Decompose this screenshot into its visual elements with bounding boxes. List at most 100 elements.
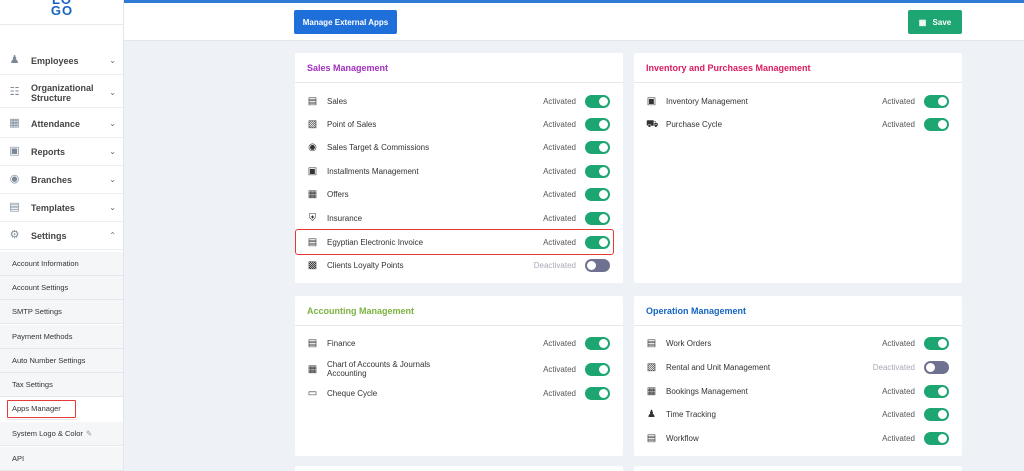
app-toggle[interactable]	[924, 360, 949, 374]
chevron-down-icon: ⌄	[109, 56, 116, 65]
app-row-workflow: ▤ Workflow Activated	[646, 429, 950, 447]
sidebar-item-attendance[interactable]: ▦ Attendance ⌄	[0, 110, 123, 138]
sidebar-item-templates[interactable]: ▤ Templates ⌄	[0, 194, 123, 222]
app-toggle[interactable]	[585, 336, 610, 350]
sidebar-subitem-account-settings[interactable]: Account Settings	[0, 276, 123, 300]
app-row-offers: ▦ Offers Activated	[307, 185, 611, 203]
bar-chart-icon: ▣	[9, 145, 20, 157]
app-toggle[interactable]	[924, 384, 949, 398]
clipboard-check-icon: ▤	[646, 432, 657, 444]
status-text: Activated	[543, 119, 576, 129]
company-logo[interactable]: LOGO	[48, 0, 76, 17]
sidebar-subitem-smtp-settings[interactable]: SMTP Settings	[0, 300, 123, 324]
status-text: Activated	[543, 142, 576, 152]
app-label: Clients Loyalty Points	[327, 260, 404, 270]
app-row-purchase-cycle: ⛟ Purchase Cycle Activated	[646, 115, 950, 133]
app-row-installments: ▣ Installments Management Activated	[307, 162, 611, 180]
app-row-finance: ▤ Finance Activated	[307, 334, 611, 352]
calendar-icon: ▦	[9, 117, 20, 129]
app-toggle[interactable]	[585, 164, 610, 178]
save-button[interactable]: ▦ Save	[908, 10, 962, 34]
sidebar-subitem-apps-manager[interactable]: Apps Manager	[5, 398, 78, 420]
app-label: Rental and Unit Management	[666, 362, 771, 372]
app-toggle[interactable]	[924, 431, 949, 445]
cash-register-icon: ▧	[307, 118, 318, 130]
app-label: Offers	[327, 189, 349, 199]
sidebar-subitem-payment-methods[interactable]: Payment Methods	[0, 325, 123, 349]
divider	[0, 24, 123, 25]
toolbar: Manage External Apps ▦ Save	[124, 3, 1024, 41]
app-label: Purchase Cycle	[666, 119, 723, 129]
status-text: Activated	[543, 213, 576, 223]
app-label: Insurance	[327, 213, 363, 223]
app-label: Chart of Accounts & Journals Accounting	[327, 360, 431, 378]
app-label: Sales	[327, 96, 348, 106]
app-toggle[interactable]	[585, 94, 610, 108]
sidebar-subitem-api[interactable]: API	[0, 447, 123, 471]
gear-icon: ⚙	[9, 229, 20, 241]
sidebar-item-label: Settings	[31, 230, 67, 241]
operation-management-card: Operation Management ▤ Work Orders Activ…	[634, 296, 962, 456]
status-text: Activated	[543, 338, 576, 348]
status-text: Activated	[882, 119, 915, 129]
sidebar-item-employees[interactable]: ♟ Employees ⌄	[0, 47, 123, 75]
chevron-up-icon: ⌃	[109, 231, 116, 240]
sidebar-item-label: Attendance	[31, 118, 81, 129]
app-row-chart-of-accounts: ▦ Chart of Accounts & Journals Accountin…	[307, 359, 611, 379]
chevron-down-icon: ⌄	[109, 147, 116, 156]
chevron-down-icon: ⌄	[109, 88, 116, 97]
app-toggle[interactable]	[585, 117, 610, 131]
sidebar-subitem-tax-settings[interactable]: Tax Settings	[0, 373, 123, 397]
status-text: Activated	[543, 388, 576, 398]
chevron-down-icon: ⌄	[109, 203, 116, 212]
sidebar-item-reports[interactable]: ▣ Reports ⌄	[0, 138, 123, 166]
sidebar-subitem-account-information[interactable]: Account Information	[0, 252, 123, 276]
card-title: Inventory and Purchases Management	[634, 53, 962, 83]
app-label: Point of Sales	[327, 119, 377, 129]
users-icon: ♟	[9, 54, 20, 66]
ledger-icon: ▤	[307, 337, 318, 349]
app-toggle[interactable]	[585, 187, 610, 201]
app-row-inventory-management: ▣ Inventory Management Activated	[646, 92, 950, 110]
app-toggle[interactable]	[585, 386, 610, 400]
building-icon: ▧	[646, 361, 657, 373]
sidebar-item-branches[interactable]: ◉ Branches ⌄	[0, 166, 123, 194]
status-text: Activated	[543, 166, 576, 176]
sidebar-item-organizational-structure[interactable]: ☷ Organizational Structure ⌄	[0, 78, 123, 108]
next-card-partial	[634, 466, 962, 471]
sidebar-item-label: Reports	[31, 146, 66, 157]
app-toggle[interactable]	[924, 336, 949, 350]
hierarchy-icon: ☷	[9, 86, 20, 98]
app-label: Work Orders	[666, 338, 712, 348]
sidebar-subitem-auto-number-settings[interactable]: Auto Number Settings	[0, 349, 123, 373]
shield-icon: ⛨	[308, 212, 317, 224]
clipboard-icon: ▤	[646, 337, 657, 349]
sidebar-subitem-system-logo-color[interactable]: System Logo & Color ✎	[0, 422, 123, 446]
truck-icon: ⛟	[646, 118, 659, 130]
map-pin-icon: ◉	[9, 173, 20, 185]
next-card-partial	[295, 466, 623, 471]
app-toggle[interactable]	[924, 407, 949, 421]
status-text: Activated	[882, 433, 915, 443]
app-row-clients-loyalty-points: ▩ Clients Loyalty Points Deactivated	[307, 256, 611, 274]
status-text: Deactivated	[533, 260, 576, 270]
accounting-management-card: Accounting Management ▤ Finance Activate…	[295, 296, 623, 456]
app-toggle[interactable]	[585, 211, 610, 225]
app-toggle[interactable]	[585, 140, 610, 154]
app-toggle[interactable]	[585, 258, 610, 272]
app-row-time-tracking: ♟ Time Tracking Activated	[646, 405, 950, 423]
save-label: Save	[932, 17, 952, 27]
app-toggle[interactable]	[924, 94, 949, 108]
app-label: Cheque Cycle	[327, 388, 378, 398]
status-text: Activated	[543, 364, 576, 374]
highlight-box	[295, 229, 614, 255]
boxes-icon: ▣	[646, 95, 657, 107]
chevron-down-icon: ⌄	[109, 175, 116, 184]
app-toggle[interactable]	[585, 362, 610, 376]
manage-external-apps-button[interactable]: Manage External Apps	[294, 10, 397, 34]
app-row-insurance: ⛨ Insurance Activated	[307, 209, 611, 227]
app-label: Finance	[327, 338, 356, 348]
inventory-management-card: Inventory and Purchases Management ▣ Inv…	[634, 53, 962, 283]
sidebar-item-settings[interactable]: ⚙ Settings ⌃	[0, 222, 123, 250]
app-toggle[interactable]	[924, 117, 949, 131]
